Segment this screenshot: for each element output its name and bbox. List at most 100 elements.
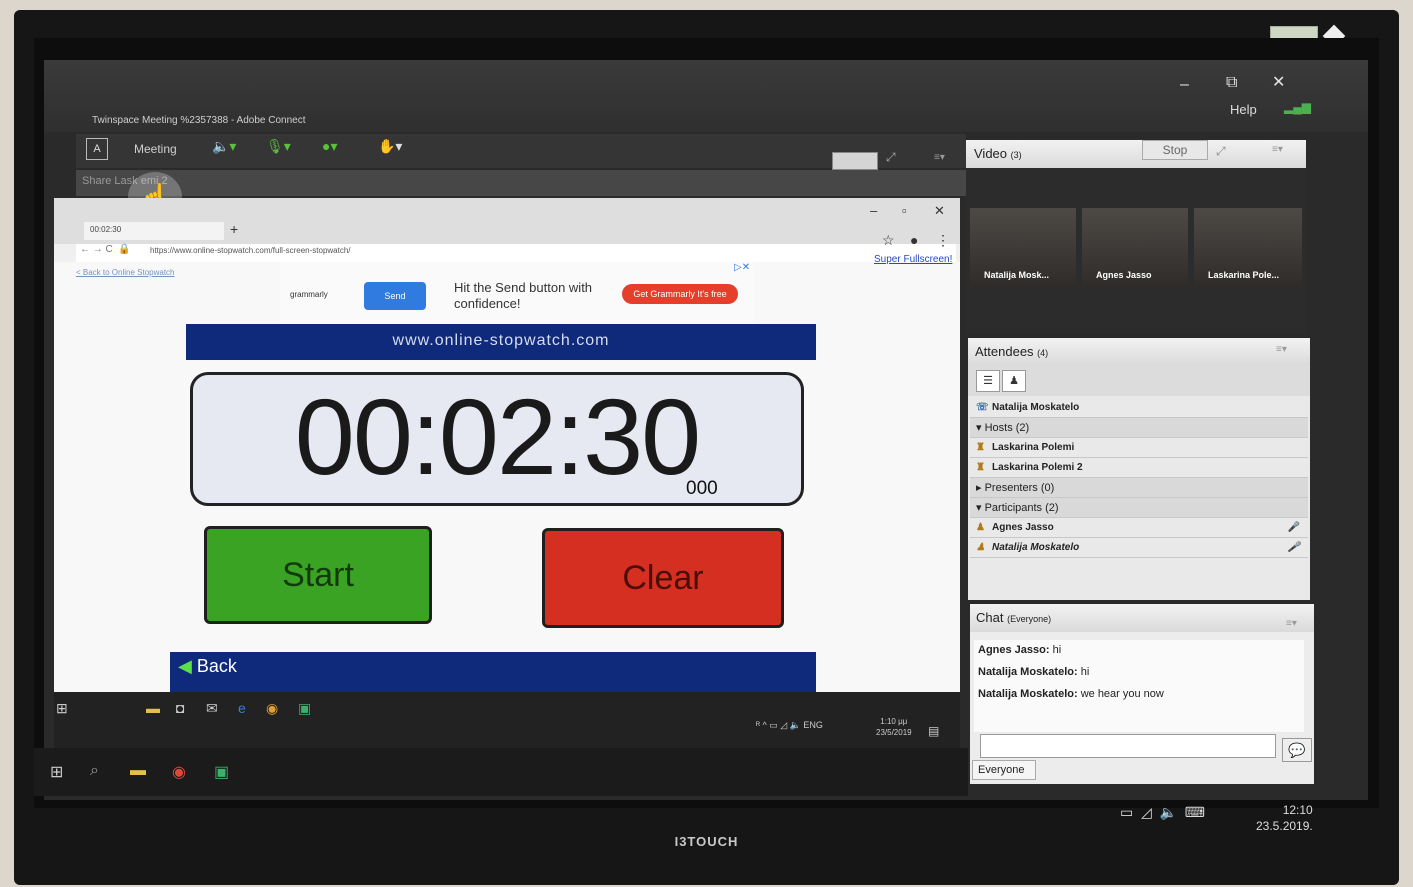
start-button[interactable]: Start <box>204 526 432 624</box>
url-text[interactable]: https://www.online-stopwatch.com/full-sc… <box>150 246 351 255</box>
list-item[interactable]: ♜ Laskarina Polemi 2 <box>970 458 1308 478</box>
list-item[interactable]: ☏ Natalija Moskatelo <box>970 398 1308 418</box>
ad-close-icon[interactable]: ▷✕ <box>734 262 750 273</box>
chat-scope: (Everyone) <box>1007 614 1052 624</box>
new-tab-button[interactable]: + <box>230 221 238 237</box>
group-label: Participants (2) <box>984 502 1059 514</box>
group-label: Hosts (2) <box>984 422 1030 434</box>
list-item[interactable]: ♟ Agnes Jasso 🎤 <box>970 518 1308 538</box>
restore-button[interactable]: ⧉ <box>1226 74 1237 92</box>
minimize-button[interactable]: – <box>1180 76 1189 94</box>
list-item[interactable]: ♜ Laskarina Polemi <box>970 438 1308 458</box>
clear-button[interactable]: Clear <box>542 528 784 628</box>
bookmark-star-icon[interactable]: ☆ <box>882 232 895 249</box>
remote-notification-icon[interactable]: ▤ <box>928 724 939 738</box>
monitor-brand: I3TOUCH <box>674 834 739 849</box>
mic-muted-icon: 🎤 <box>1287 522 1300 533</box>
browser-minimize-button[interactable]: – <box>870 203 877 218</box>
remote-taskbar <box>54 692 960 748</box>
file-explorer-icon[interactable]: ▬ <box>130 762 146 780</box>
chat-text: we hear you now <box>1077 688 1164 700</box>
video-menu-icon[interactable]: ≡▾ <box>1272 144 1283 155</box>
attendees-menu-icon[interactable]: ≡▾ <box>1276 344 1287 355</box>
stopwatch-milliseconds: 000 <box>686 478 718 499</box>
system-time: 12:10 <box>1282 803 1313 817</box>
hosts-group[interactable]: ▾ Hosts (2) <box>970 418 1308 438</box>
remote-start-icon[interactable]: ⊞ <box>56 700 68 717</box>
chat-message: Natalija Moskatelo: we hear you now <box>978 688 1300 700</box>
chat-messages: Agnes Jasso: hi Natalija Moskatelo: hi N… <box>974 640 1304 732</box>
send-message-icon[interactable]: 💬 <box>1282 738 1312 762</box>
camera-icon[interactable]: ●▾ <box>322 138 337 155</box>
remote-mail-icon[interactable]: ✉ <box>206 700 218 717</box>
help-menu[interactable]: Help <box>1230 102 1257 117</box>
chat-title-text: Chat <box>976 610 1004 625</box>
chat-tab-everyone[interactable]: Everyone <box>972 760 1036 780</box>
chat-text: hi <box>1049 644 1062 656</box>
status-view-icon[interactable]: ♟ <box>1002 370 1026 392</box>
stop-camera-button[interactable]: Stop <box>1142 140 1208 160</box>
back-arrow-icon: ◀ <box>178 656 197 676</box>
remote-store-icon[interactable]: ◘ <box>176 700 184 716</box>
signal-icon: ▂▄▆ <box>1284 100 1311 114</box>
browser-restore-button[interactable]: ▫ <box>902 203 907 218</box>
remote-edge-icon[interactable]: e <box>238 700 246 716</box>
video-fullscreen-icon[interactable]: ⤢ <box>1216 144 1226 159</box>
close-button[interactable]: ✕ <box>1272 72 1285 92</box>
fullscreen-icon[interactable]: ⤢ <box>886 150 896 165</box>
list-view-icon[interactable]: ☰ <box>976 370 1000 392</box>
adobe-logo: A <box>86 138 108 160</box>
system-tray[interactable]: ▭ ◿ 🔈 ⌨ <box>1120 804 1205 821</box>
chat-input[interactable] <box>980 734 1276 758</box>
chat-message: Natalija Moskatelo: hi <box>978 666 1300 678</box>
browser-close-button[interactable]: ✕ <box>934 203 945 219</box>
microphone-icon[interactable]: 🎙▾ <box>266 138 291 155</box>
list-item[interactable]: ♟ Natalija Moskatelo 🎤 <box>970 538 1308 558</box>
meeting-menu[interactable]: Meeting <box>134 142 177 156</box>
group-label: Presenters (0) <box>984 482 1055 494</box>
collapse-icon: ▸ <box>976 482 985 494</box>
chat-author: Agnes Jasso: <box>978 644 1050 656</box>
attendee-name: Natalija Moskatelo <box>992 542 1080 553</box>
video-tile-name: Natalija Mosk... <box>984 270 1050 280</box>
attendee-name: Laskarina Polemi <box>992 442 1075 453</box>
remote-folder-icon[interactable]: ▬ <box>146 700 160 716</box>
browser-tab[interactable]: 00:02:30 <box>84 222 224 240</box>
app-icon[interactable]: ▣ <box>214 762 229 782</box>
chat-menu-icon[interactable]: ≡▾ <box>1286 618 1297 629</box>
status-icon[interactable]: ✋▾ <box>378 138 402 155</box>
video-title-text: Video <box>974 146 1008 161</box>
presenters-group[interactable]: ▸ Presenters (0) <box>970 478 1308 498</box>
back-to-stopwatch-link[interactable]: < Back to Online Stopwatch <box>76 268 175 277</box>
attendees-title-text: Attendees <box>975 344 1034 359</box>
attendees-count: (4) <box>1037 348 1049 358</box>
layout-toggle[interactable] <box>832 152 878 170</box>
back-button[interactable]: ◀ Back <box>178 656 237 677</box>
site-url: www.online-stopwatch.com <box>392 332 610 349</box>
chrome-icon[interactable]: ◉ <box>172 762 186 782</box>
super-fullscreen-link[interactable]: Super Fullscreen! <box>874 254 952 265</box>
attendee-name: Laskarina Polemi 2 <box>992 462 1083 473</box>
remote-tray[interactable]: ᴿ ^ ▭ ◿ 🔈 ENG <box>756 720 823 731</box>
start-icon[interactable]: ⊞ <box>50 762 63 782</box>
pod-menu-icon[interactable]: ≡▾ <box>934 152 945 163</box>
back-label: Back <box>196 656 237 676</box>
participant-icon: ♟ <box>976 522 985 533</box>
remote-app-icon[interactable]: ▣ <box>298 700 311 717</box>
attendee-name: Agnes Jasso <box>992 522 1054 533</box>
ad-send-button[interactable]: Send <box>364 282 426 310</box>
chat-text: hi <box>1077 666 1090 678</box>
get-grammarly-button[interactable]: Get Grammarly It's free <box>622 284 738 304</box>
expand-icon: ▾ <box>976 502 985 514</box>
video-title: Video (3) <box>974 146 1022 161</box>
profile-icon[interactable]: ● <box>910 232 918 248</box>
nav-buttons[interactable]: ← → C 🔒 <box>80 244 131 255</box>
search-icon[interactable]: ⌕ <box>90 762 99 780</box>
speaker-icon[interactable]: 🔈▾ <box>212 138 236 155</box>
remote-lang: ENG <box>803 720 823 730</box>
video-tile-name: Agnes Jasso <box>1096 270 1152 280</box>
attendees-list: ☏ Natalija Moskatelo ▾ Hosts (2) ♜ Laskari… <box>970 398 1308 558</box>
browser-menu-icon[interactable]: ⋮ <box>936 232 950 249</box>
remote-chrome-icon[interactable]: ◉ <box>266 700 278 717</box>
participants-group[interactable]: ▾ Participants (2) <box>970 498 1308 518</box>
